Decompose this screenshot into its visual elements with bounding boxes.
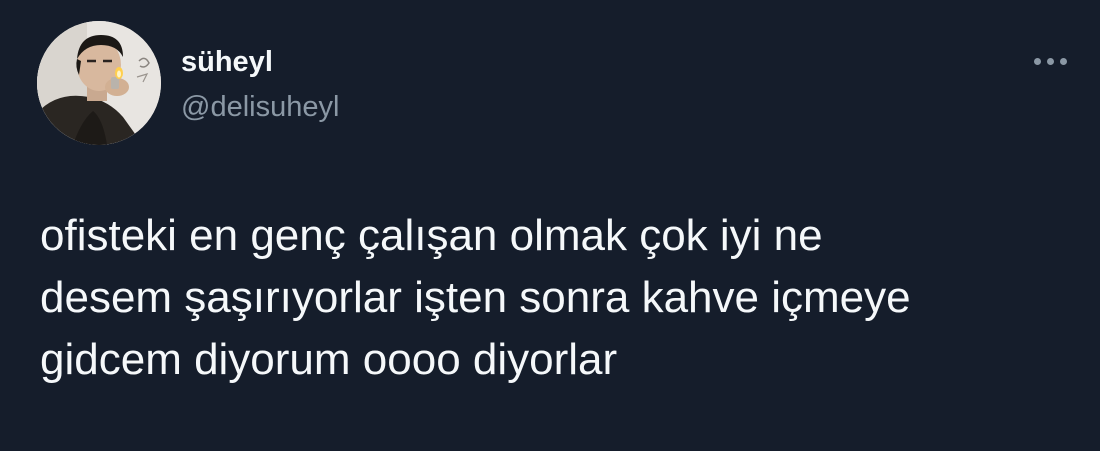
tweet-text: ofisteki en genç çalışan olmak çok iyi n…	[40, 205, 1080, 391]
tweet-text-line: desem şaşırıyorlar işten sonra kahve içm…	[40, 273, 911, 322]
display-name[interactable]: süheyl	[181, 44, 273, 80]
more-horizontal-icon	[1033, 57, 1041, 65]
tweet-card: süheyl @delisuheyl ofisteki en genç çalı…	[0, 0, 1100, 451]
more-horizontal-icon	[1059, 57, 1067, 65]
tweet-text-line: gidcem diyorum oooo diyorlar	[40, 335, 618, 384]
user-handle[interactable]: @delisuheyl	[181, 89, 339, 125]
avatar[interactable]	[37, 21, 161, 145]
profile-photo-icon	[37, 21, 161, 145]
more-options-button[interactable]	[1022, 44, 1078, 78]
tweet-text-line: ofisteki en genç çalışan olmak çok iyi n…	[40, 211, 823, 260]
more-horizontal-icon	[1046, 57, 1054, 65]
